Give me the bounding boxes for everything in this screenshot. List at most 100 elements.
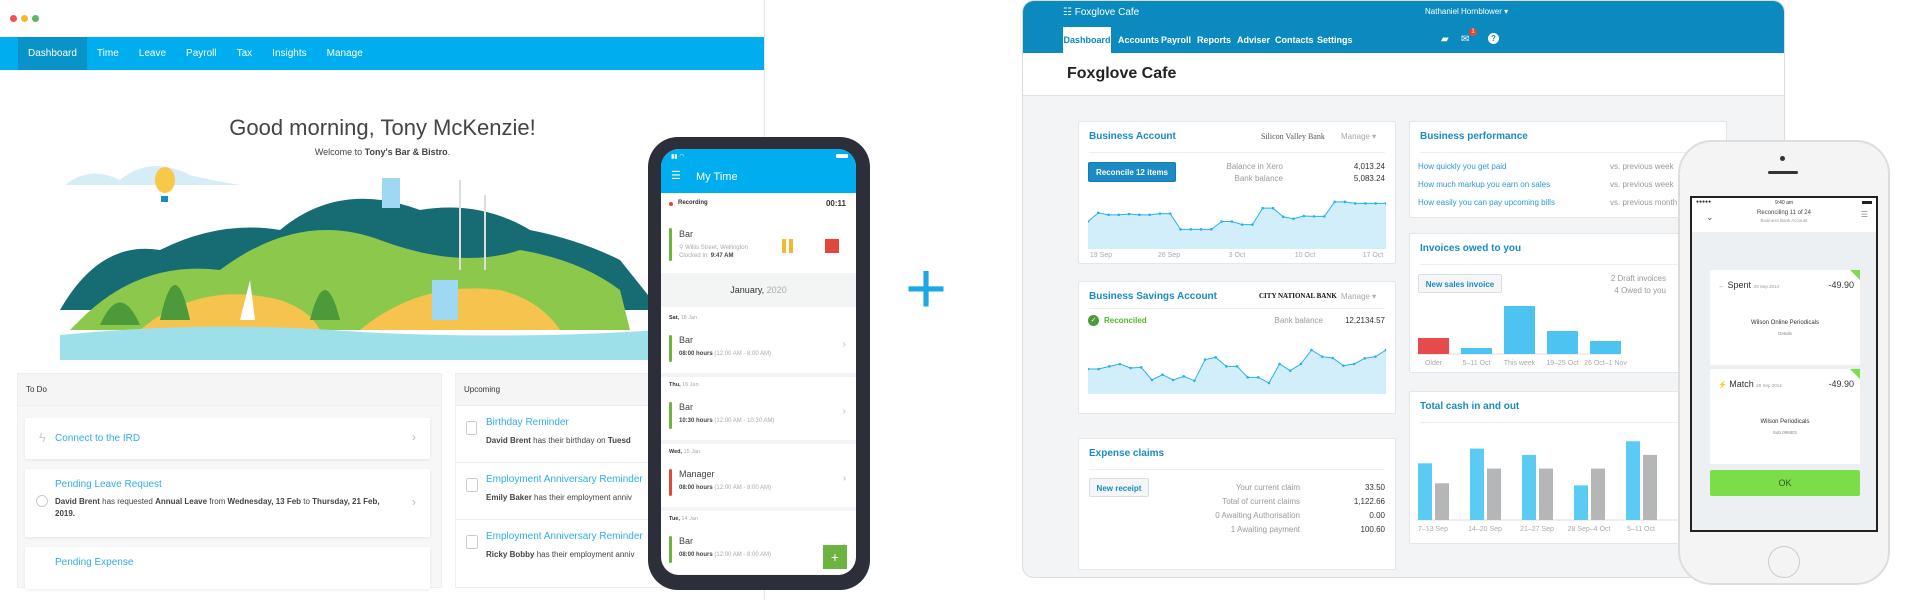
nav-dashboard[interactable]: Dashboard bbox=[18, 37, 87, 70]
data-point bbox=[1352, 362, 1356, 366]
recording-dot-icon bbox=[669, 202, 673, 206]
nav-time[interactable]: Time bbox=[87, 37, 129, 70]
check-icon: ✓ bbox=[1088, 315, 1099, 326]
clock-icon bbox=[36, 495, 48, 507]
pause-button[interactable] bbox=[782, 239, 786, 253]
data-point bbox=[1107, 365, 1111, 368]
current-location: ⚲ Willis Street, Wellington bbox=[679, 245, 748, 251]
tab-dashboard[interactable]: Dashboard bbox=[1063, 27, 1111, 53]
tab-contacts[interactable]: Contacts bbox=[1275, 27, 1314, 53]
role-color-bar bbox=[669, 335, 672, 362]
role-color-bar bbox=[669, 536, 672, 563]
nav-payroll[interactable]: Payroll bbox=[176, 37, 227, 70]
todo-item-pending-expense[interactable]: Pending Expense bbox=[25, 547, 430, 589]
reconciled-status: Reconciled bbox=[1104, 316, 1147, 325]
tab-payroll[interactable]: Payroll bbox=[1161, 27, 1191, 53]
reconcile-button[interactable]: Reconcile 12 items bbox=[1088, 162, 1176, 182]
nav-insights[interactable]: Insights bbox=[262, 37, 316, 70]
tab-adviser[interactable]: Adviser bbox=[1237, 27, 1270, 53]
org-menu[interactable]: ☷ Foxglove Cafe bbox=[1063, 7, 1139, 18]
owed-invoices-link[interactable]: 4 Owed to you bbox=[1614, 286, 1666, 295]
draft-invoices-link[interactable]: 2 Draft invoices bbox=[1611, 274, 1666, 283]
reconcile-phone: ●●●●● 9:40 am ⌄ Reconciling 11 of 24 Bus… bbox=[1678, 140, 1890, 585]
data-point bbox=[1261, 206, 1264, 210]
data-point bbox=[1127, 212, 1131, 216]
user-menu[interactable]: Nathaniel Hornblower ▾ bbox=[1425, 7, 1508, 16]
bar bbox=[1435, 483, 1449, 520]
bar bbox=[1590, 341, 1621, 354]
x-tick-label: 17 Oct bbox=[1362, 252, 1384, 259]
savings-account-card: Business Savings Account CITY NATIONAL B… bbox=[1078, 281, 1396, 414]
mail-icon[interactable]: ✉ bbox=[1461, 34, 1469, 45]
savings-line-chart bbox=[1088, 348, 1386, 394]
claim-value: 1,122.66 bbox=[1353, 497, 1385, 506]
list-icon[interactable]: ☰ bbox=[1861, 210, 1868, 219]
data-point bbox=[1256, 376, 1260, 379]
data-point bbox=[1246, 376, 1249, 379]
comparison-label: vs. previous week bbox=[1610, 162, 1674, 171]
reconcile-subtitle: Business Bank Account bbox=[1760, 218, 1808, 223]
performance-link[interactable]: How much markup you earn on sales bbox=[1418, 180, 1550, 189]
reconcile-header: ●●●●● 9:40 am ⌄ Reconciling 11 of 24 Bus… bbox=[1692, 198, 1876, 232]
tab-accounts[interactable]: Accounts bbox=[1118, 27, 1159, 53]
nav-leave[interactable]: Leave bbox=[129, 37, 176, 70]
data-point bbox=[1333, 200, 1336, 204]
area-fill bbox=[1088, 350, 1386, 394]
time-entry[interactable]: Bar 08:00 hours (12:00 AM - 8:00 AM) › bbox=[661, 327, 856, 371]
x-tick-label: 26 Sep bbox=[1157, 252, 1181, 259]
minimize-window-dot[interactable] bbox=[21, 15, 28, 22]
tab-settings[interactable]: Settings bbox=[1317, 27, 1353, 53]
entry-hours: 10:30 hours (12:00 AM - 10:30 AM) bbox=[679, 418, 775, 424]
new-sales-invoice-button[interactable]: New sales invoice bbox=[1418, 274, 1502, 293]
corner-flag-icon bbox=[1850, 369, 1860, 379]
x-tick-label: 7–13 Sep bbox=[1418, 526, 1448, 533]
nav-manage[interactable]: Manage bbox=[317, 37, 373, 70]
card-title[interactable]: Invoices owed to you bbox=[1420, 243, 1521, 254]
add-entry-button[interactable]: + bbox=[823, 545, 847, 569]
stop-button[interactable] bbox=[825, 239, 839, 253]
maximize-window-dot[interactable] bbox=[32, 15, 39, 22]
entry-role: Manager bbox=[679, 469, 715, 479]
upcoming-item-description: Ricky Bobby has their employment anniv bbox=[486, 550, 635, 559]
reconcile-title: Reconciling 11 of 24 bbox=[1757, 210, 1811, 216]
bar bbox=[1643, 454, 1657, 520]
nav-tax[interactable]: Tax bbox=[227, 37, 263, 70]
ok-button[interactable]: OK bbox=[1710, 470, 1860, 496]
transaction-card[interactable]: ⚡ Match 29 Sep 2014 -49.90 Wilson Period… bbox=[1710, 369, 1860, 464]
menu-icon[interactable]: ☰ bbox=[671, 169, 681, 182]
business-name: Tony's Bar & Bistro bbox=[364, 147, 448, 157]
performance-link[interactable]: How quickly you get paid bbox=[1418, 162, 1507, 171]
home-button[interactable] bbox=[1768, 546, 1800, 578]
help-icon[interactable]: ? bbox=[1488, 33, 1499, 44]
card-title[interactable]: Business Savings Account bbox=[1089, 291, 1217, 302]
data-point bbox=[1168, 212, 1172, 215]
card-title[interactable]: Business Account bbox=[1089, 131, 1176, 142]
files-icon[interactable]: ▰ bbox=[1441, 34, 1449, 45]
time-entry[interactable]: Bar 10:30 hours (12:00 AM - 10:30 AM) › bbox=[661, 394, 856, 438]
entry-role: Bar bbox=[679, 402, 694, 412]
todo-title: To Do bbox=[18, 374, 441, 406]
transaction-card[interactable]: ← Spent 29 Sep 2014 -49.90 Wilson Online… bbox=[1710, 270, 1860, 365]
recording-label: Recording bbox=[678, 200, 708, 206]
performance-link[interactable]: How easily you can pay upcoming bills bbox=[1418, 198, 1555, 207]
transaction-amount: -49.90 bbox=[1828, 379, 1854, 389]
tab-reports[interactable]: Reports bbox=[1197, 27, 1231, 53]
card-title[interactable]: Expense claims bbox=[1089, 448, 1164, 459]
time-phone: ▮▮ ◠ ☰ My Time Recording 00:11 Bar ⚲ Wil… bbox=[648, 137, 870, 590]
data-point bbox=[1161, 373, 1164, 376]
landscape-illustration bbox=[60, 166, 660, 360]
todo-item-connect-ird[interactable]: ϟ Connect to the IRD › bbox=[25, 418, 430, 459]
bar bbox=[1539, 468, 1553, 520]
data-point bbox=[1230, 220, 1234, 223]
manage-menu[interactable]: Manage ▾ bbox=[1341, 132, 1376, 141]
new-receipt-button[interactable]: New receipt bbox=[1089, 478, 1149, 497]
balloon-icon bbox=[466, 478, 478, 492]
balance-label: Bank balance bbox=[1234, 174, 1283, 183]
close-window-dot[interactable] bbox=[10, 15, 17, 22]
upcoming-item-description: David Brent has their birthday on Tuesd bbox=[486, 436, 631, 445]
manage-menu[interactable]: Manage ▾ bbox=[1341, 292, 1376, 301]
todo-item-leave-request[interactable]: Pending Leave Request David Brent has re… bbox=[25, 469, 430, 537]
time-entry[interactable]: Manager 08:00 hours (12:00 AM - 8:00 AM)… bbox=[661, 461, 856, 505]
entry-role: Bar bbox=[679, 536, 694, 546]
upcoming-item-title: Birthday Reminder bbox=[486, 417, 569, 428]
